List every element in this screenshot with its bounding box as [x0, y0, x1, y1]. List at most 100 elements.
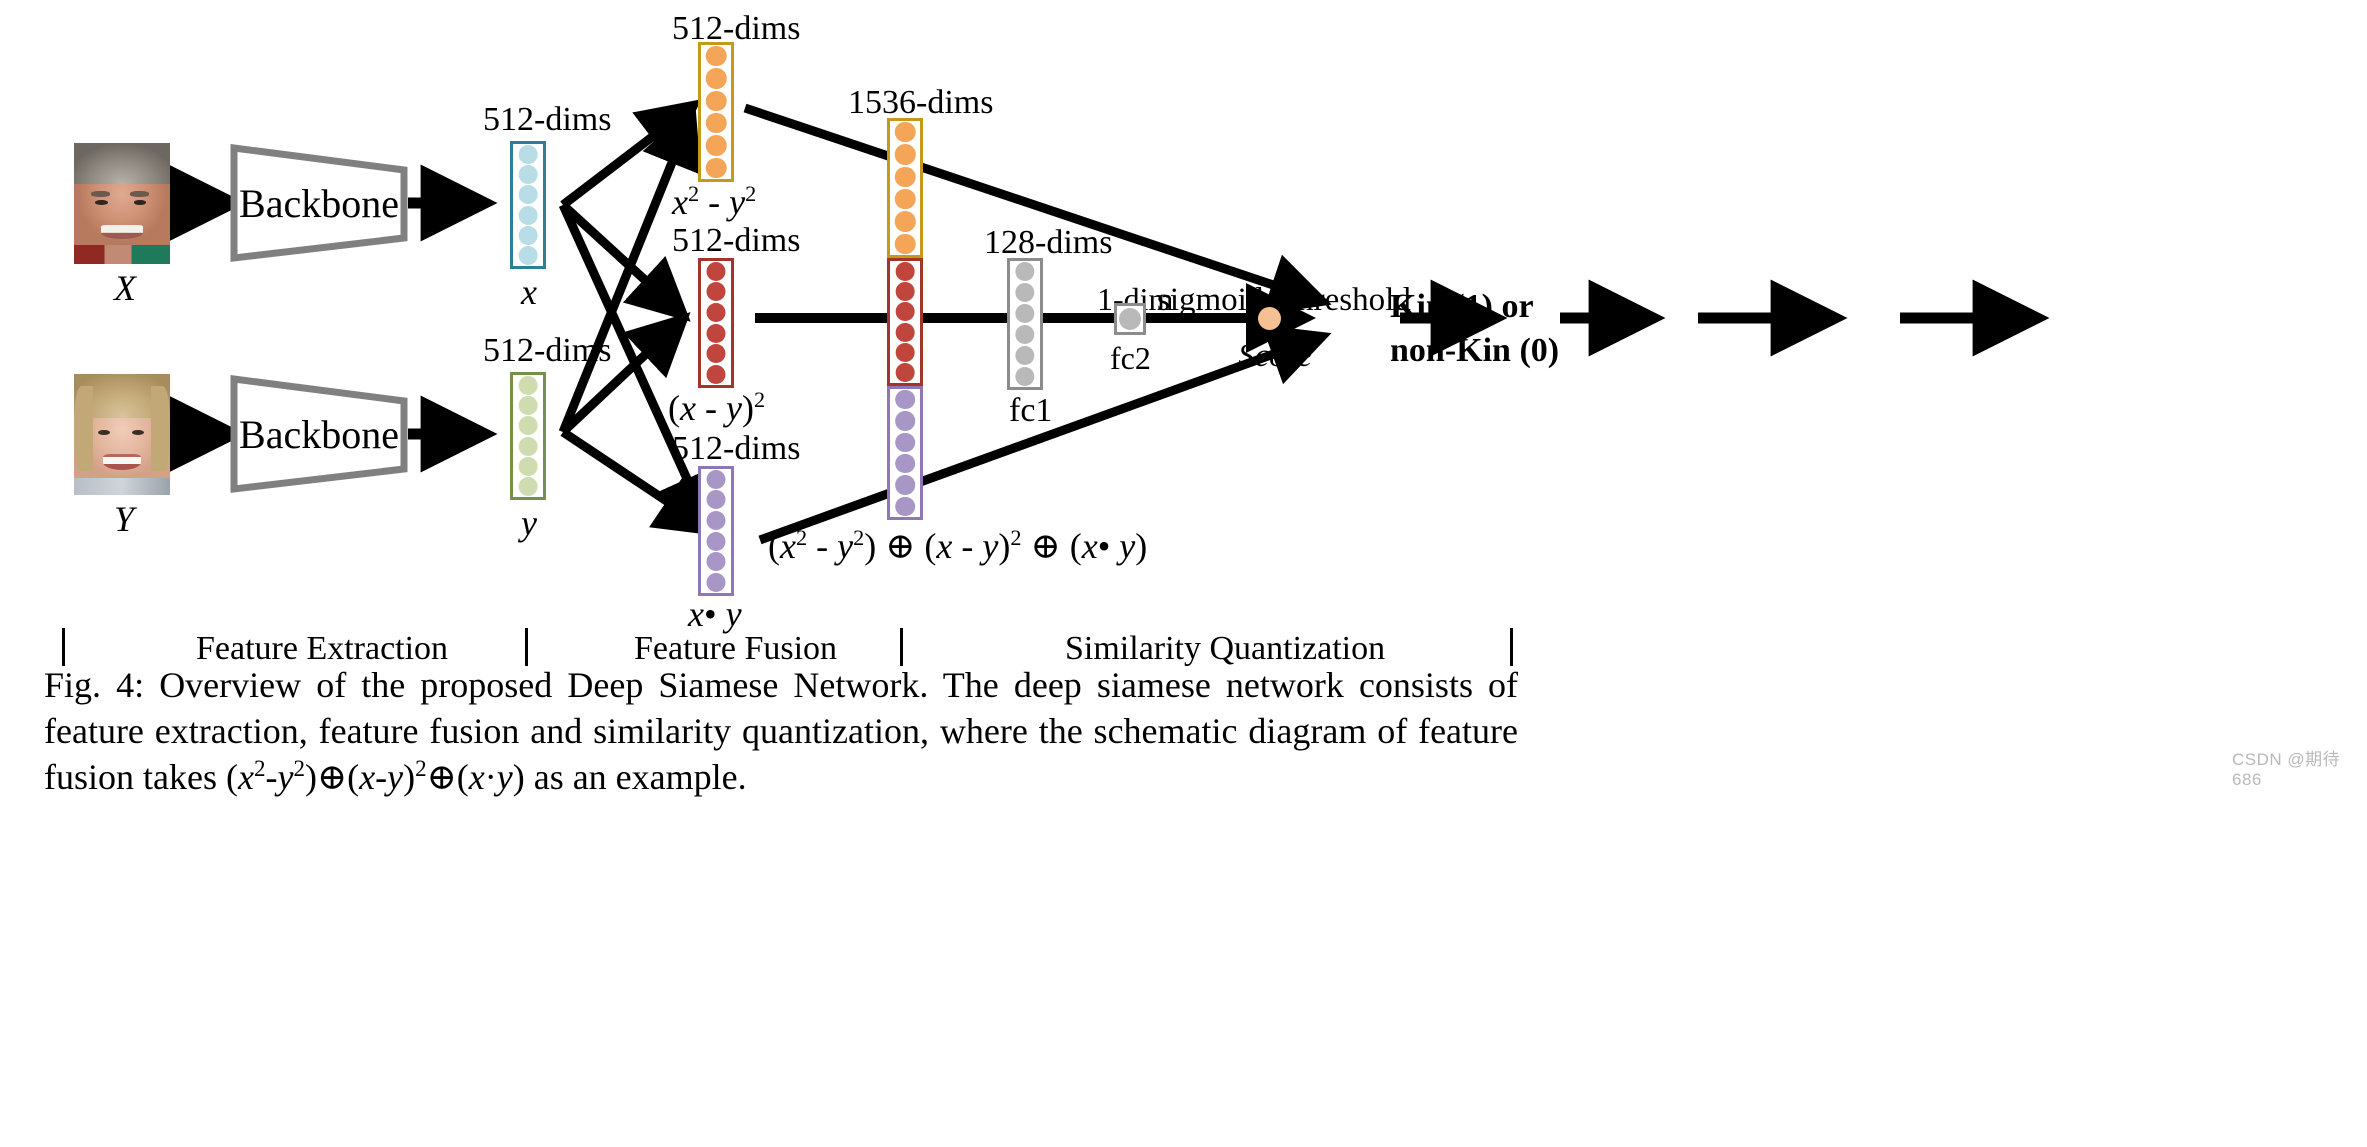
- fusion-sqdiff-formula-text: x2 - y2: [672, 181, 757, 222]
- vector-unit: [895, 432, 915, 453]
- backbone-top[interactable]: Backbone: [228, 142, 410, 264]
- fusion-prod-formula-text: x• y: [688, 594, 742, 634]
- vector-unit: [518, 457, 538, 476]
- vector-unit: [895, 302, 915, 322]
- caption-line-2-part-b: as an example.: [533, 757, 747, 798]
- concat-segment-purple[interactable]: [887, 386, 923, 520]
- fusion-vector-difference-squared[interactable]: [698, 258, 734, 388]
- score-label: Score: [1238, 338, 1312, 374]
- vector-unit: [518, 246, 538, 266]
- vector-unit: [1119, 308, 1141, 330]
- output-line-1: Kin (1) or: [1390, 288, 1534, 325]
- vector-unit: [894, 166, 916, 188]
- vector-unit: [706, 365, 726, 385]
- vector-unit: [1015, 366, 1035, 387]
- stage-label-similarity-quantization: Similarity Quantization: [1065, 630, 1386, 667]
- fc1-name: fc1: [1009, 392, 1053, 429]
- concat-fusion-formula: (x2 - y2) ⊕ (x - y)2 ⊕ (x• y): [768, 525, 1148, 566]
- score-node: [1258, 307, 1281, 330]
- vector-unit: [518, 185, 538, 205]
- stage-label-feature-extraction: Feature Extraction: [196, 630, 449, 667]
- vector-unit: [1015, 324, 1035, 345]
- stage-divider-1: [525, 628, 528, 666]
- output-decision: Kin (1) or non-Kin (0): [1390, 285, 1559, 372]
- fusion-diffsq-formula-text: (x - y)2: [668, 387, 766, 428]
- watermark-text: CSDN @期待686: [2232, 750, 2341, 789]
- embedding-x-name: x: [521, 272, 537, 312]
- backbone-bottom[interactable]: Backbone: [228, 373, 410, 495]
- stage-label-feature-fusion: Feature Fusion: [634, 630, 838, 667]
- vector-unit: [518, 416, 538, 436]
- embedding-vector-y[interactable]: [510, 372, 546, 500]
- vector-unit: [1015, 303, 1035, 324]
- fusion-diffsq-dims-label: 512-dims: [672, 222, 801, 259]
- fusion-vector-squared-difference[interactable]: [698, 42, 734, 182]
- vector-unit: [1015, 345, 1035, 366]
- concat-segment-orange[interactable]: [887, 118, 923, 258]
- input-face-image-y: [74, 374, 170, 495]
- vector-unit: [518, 165, 538, 184]
- embedding-x-dims-label: 512-dims: [483, 101, 612, 138]
- fusion-prod-name: x• y: [688, 596, 742, 632]
- backbone-top-label: Backbone: [239, 180, 399, 226]
- vector-unit: [706, 490, 726, 510]
- vector-unit: [894, 233, 916, 255]
- vector-unit: [706, 552, 726, 572]
- vector-unit: [705, 90, 727, 112]
- fusion-vector-product[interactable]: [698, 466, 734, 596]
- vector-unit: [706, 573, 726, 593]
- input-label-y: Y: [114, 499, 135, 539]
- vector-unit: [705, 135, 727, 156]
- vector-unit: [705, 45, 727, 67]
- vector-unit: [518, 375, 538, 395]
- vector-unit: [706, 261, 726, 281]
- vector-unit: [518, 436, 538, 456]
- vector-unit: [1015, 282, 1035, 303]
- input-label-x: X: [114, 268, 136, 308]
- vector-unit: [894, 211, 916, 232]
- vector-unit: [894, 144, 916, 165]
- vector-unit: [1015, 261, 1035, 282]
- vector-unit: [895, 411, 915, 431]
- figure-canvas: X Y Backbone Backbone 512-dims x 512-dim…: [0, 0, 2367, 1147]
- vector-unit: [706, 469, 726, 489]
- fusion-prod-dims-label: 512-dims: [672, 430, 801, 467]
- vector-unit: [895, 261, 915, 281]
- vector-unit: [894, 188, 916, 210]
- fusion-sqdiff-dims-label: 512-dims: [672, 10, 801, 47]
- fc1-vector[interactable]: [1007, 258, 1043, 390]
- vector-unit: [518, 205, 538, 225]
- vector-unit: [706, 511, 726, 531]
- vector-unit: [895, 389, 915, 410]
- vector-unit: [706, 344, 726, 364]
- fc2-node[interactable]: [1114, 303, 1146, 335]
- vector-unit: [706, 323, 726, 343]
- vector-unit: [518, 477, 538, 497]
- stage-divider-left: [62, 628, 65, 666]
- input-face-image-x: [74, 143, 170, 264]
- output-line-2: non-Kin (0): [1390, 331, 1560, 369]
- embedding-vector-x[interactable]: [510, 141, 546, 269]
- vector-unit: [895, 282, 915, 301]
- concat-segment-red[interactable]: [887, 258, 923, 386]
- vector-unit: [706, 282, 726, 302]
- vector-unit: [895, 343, 915, 362]
- figure-caption: Fig. 4: Overview of the proposed Deep Si…: [44, 662, 1518, 800]
- concat-formula-text: (x2 - y2) ⊕ (x - y)2 ⊕ (x• y): [768, 525, 1148, 566]
- vector-unit: [706, 531, 726, 551]
- vector-unit: [895, 496, 915, 517]
- stage-divider-right: [1510, 628, 1513, 666]
- vector-unit: [518, 396, 538, 415]
- vector-unit: [705, 112, 727, 134]
- vector-unit: [705, 157, 727, 179]
- vector-unit: [895, 363, 915, 383]
- embedding-y-dims-label: 512-dims: [483, 332, 612, 369]
- vector-unit: [895, 322, 915, 342]
- backbone-bottom-label: Backbone: [239, 411, 399, 457]
- concat-dims-label: 1536-dims: [848, 84, 994, 121]
- fusion-sqdiff-name: x2 - y2: [672, 181, 757, 222]
- stage-divider-2: [900, 628, 903, 666]
- fc1-dims-label: 128-dims: [984, 224, 1113, 261]
- embedding-y-name: y: [521, 503, 537, 543]
- sigmoid-operation-label: sigmoid: [1157, 282, 1264, 318]
